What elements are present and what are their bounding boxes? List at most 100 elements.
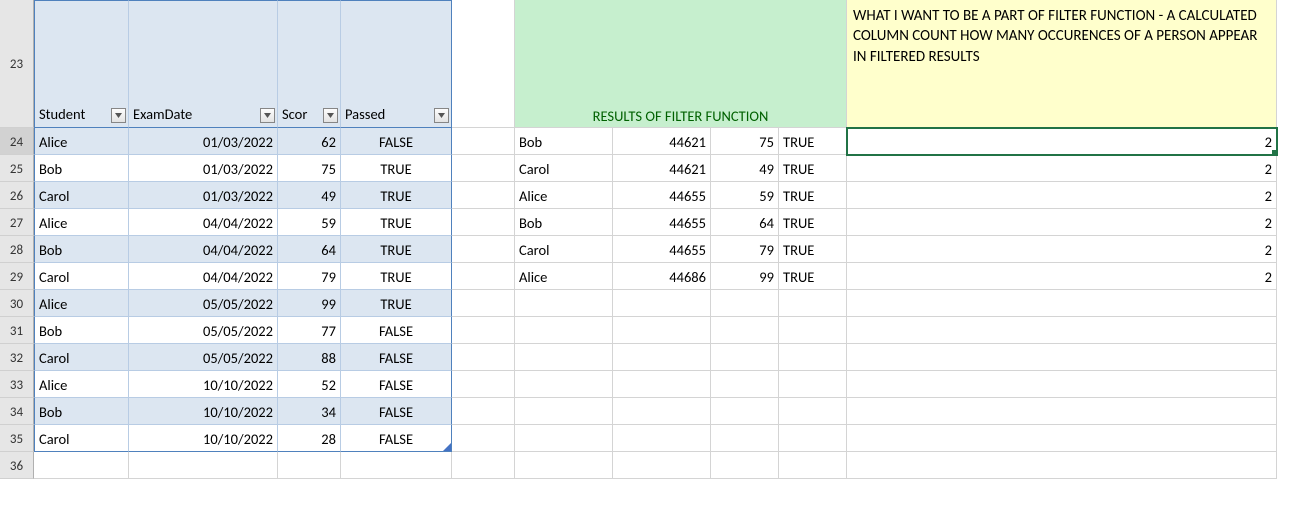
empty-cell[interactable] — [847, 425, 1277, 452]
cell-examdate[interactable]: 04/04/2022 — [129, 263, 278, 290]
empty-cell[interactable] — [711, 290, 779, 317]
filter-passed[interactable]: TRUE — [779, 182, 847, 209]
empty-cell[interactable] — [452, 344, 515, 371]
filter-score[interactable]: 79 — [711, 236, 779, 263]
table-header[interactable]: Student — [34, 0, 129, 128]
cell-score[interactable]: 59 — [278, 209, 341, 236]
cell-examdate[interactable]: 04/04/2022 — [129, 209, 278, 236]
empty-cell[interactable] — [452, 209, 515, 236]
cell-passed[interactable]: TRUE — [341, 290, 452, 317]
empty-cell[interactable] — [711, 317, 779, 344]
filter-serial[interactable]: 44655 — [613, 182, 711, 209]
filter-results-title[interactable]: RESULTS OF FILTER FUNCTION — [515, 0, 847, 128]
empty-cell[interactable] — [452, 371, 515, 398]
empty-cell[interactable] — [452, 236, 515, 263]
row-header[interactable]: 31 — [0, 317, 34, 344]
table-header[interactable]: Passed — [341, 0, 452, 128]
empty-cell[interactable] — [452, 155, 515, 182]
empty-cell[interactable] — [341, 452, 452, 479]
cell-score[interactable]: 64 — [278, 236, 341, 263]
filter-passed[interactable]: TRUE — [779, 155, 847, 182]
count-cell[interactable]: 2 — [847, 263, 1277, 290]
filter-student[interactable]: Carol — [515, 236, 613, 263]
count-cell[interactable]: 2 — [847, 155, 1277, 182]
filter-serial[interactable]: 44686 — [613, 263, 711, 290]
row-header[interactable]: 33 — [0, 371, 34, 398]
empty-cell[interactable] — [452, 290, 515, 317]
row-header[interactable]: 25 — [0, 155, 34, 182]
cell-student[interactable]: Bob — [34, 236, 129, 263]
cell-passed[interactable]: TRUE — [341, 209, 452, 236]
filter-dropdown-icon[interactable] — [323, 108, 338, 123]
filter-serial[interactable]: 44655 — [613, 236, 711, 263]
cell-passed[interactable]: FALSE — [341, 398, 452, 425]
table-header[interactable]: Scor — [278, 0, 341, 128]
empty-cell[interactable] — [452, 398, 515, 425]
filter-passed[interactable]: TRUE — [779, 209, 847, 236]
filter-serial[interactable]: 44621 — [613, 128, 711, 155]
cell-student[interactable]: Bob — [34, 398, 129, 425]
row-header[interactable]: 28 — [0, 236, 34, 263]
empty-cell[interactable] — [779, 317, 847, 344]
row-header[interactable]: 30 — [0, 290, 34, 317]
row-header[interactable]: 24 — [0, 128, 34, 155]
empty-cell[interactable] — [847, 317, 1277, 344]
cell-examdate[interactable]: 10/10/2022 — [129, 425, 278, 452]
empty-cell[interactable] — [515, 344, 613, 371]
cell-student[interactable]: Carol — [34, 344, 129, 371]
empty-cell[interactable] — [452, 182, 515, 209]
filter-passed[interactable]: TRUE — [779, 236, 847, 263]
filter-student[interactable]: Carol — [515, 155, 613, 182]
filter-score[interactable]: 75 — [711, 128, 779, 155]
table-header[interactable]: ExamDate — [129, 0, 278, 128]
cell-examdate[interactable]: 10/10/2022 — [129, 371, 278, 398]
row-header[interactable]: 27 — [0, 209, 34, 236]
empty-cell[interactable] — [613, 371, 711, 398]
empty-cell[interactable] — [452, 0, 515, 128]
filter-score[interactable]: 64 — [711, 209, 779, 236]
empty-cell[interactable] — [452, 263, 515, 290]
row-header[interactable]: 32 — [0, 344, 34, 371]
row-header[interactable]: 35 — [0, 425, 34, 452]
empty-cell[interactable] — [613, 425, 711, 452]
cell-student[interactable]: Carol — [34, 263, 129, 290]
empty-cell[interactable] — [515, 425, 613, 452]
empty-cell[interactable] — [711, 398, 779, 425]
cell-student[interactable]: Bob — [34, 317, 129, 344]
filter-serial[interactable]: 44655 — [613, 209, 711, 236]
cell-score[interactable]: 34 — [278, 398, 341, 425]
empty-cell[interactable] — [452, 452, 515, 479]
empty-cell[interactable] — [34, 452, 129, 479]
cell-score[interactable]: 49 — [278, 182, 341, 209]
empty-cell[interactable] — [515, 371, 613, 398]
cell-student[interactable]: Carol — [34, 182, 129, 209]
row-header[interactable]: 26 — [0, 182, 34, 209]
empty-cell[interactable] — [452, 128, 515, 155]
empty-cell[interactable] — [847, 344, 1277, 371]
empty-cell[interactable] — [515, 398, 613, 425]
empty-cell[interactable] — [613, 398, 711, 425]
filter-serial[interactable]: 44621 — [613, 155, 711, 182]
filter-passed[interactable]: TRUE — [779, 263, 847, 290]
cell-examdate[interactable]: 10/10/2022 — [129, 398, 278, 425]
count-cell[interactable]: 2 — [847, 236, 1277, 263]
empty-cell[interactable] — [779, 344, 847, 371]
cell-passed[interactable]: TRUE — [341, 155, 452, 182]
filter-student[interactable]: Alice — [515, 182, 613, 209]
empty-cell[interactable] — [452, 317, 515, 344]
cell-examdate[interactable]: 05/05/2022 — [129, 317, 278, 344]
cell-passed[interactable]: FALSE — [341, 317, 452, 344]
empty-cell[interactable] — [278, 452, 341, 479]
cell-passed[interactable]: FALSE — [341, 425, 452, 452]
empty-cell[interactable] — [711, 344, 779, 371]
cell-score[interactable]: 79 — [278, 263, 341, 290]
cell-student[interactable]: Alice — [34, 209, 129, 236]
filter-score[interactable]: 99 — [711, 263, 779, 290]
filter-student[interactable]: Alice — [515, 263, 613, 290]
empty-cell[interactable] — [515, 290, 613, 317]
cell-student[interactable]: Alice — [34, 128, 129, 155]
cell-examdate[interactable]: 05/05/2022 — [129, 290, 278, 317]
cell-student[interactable]: Bob — [34, 155, 129, 182]
empty-cell[interactable] — [711, 452, 779, 479]
filter-student[interactable]: Bob — [515, 128, 613, 155]
